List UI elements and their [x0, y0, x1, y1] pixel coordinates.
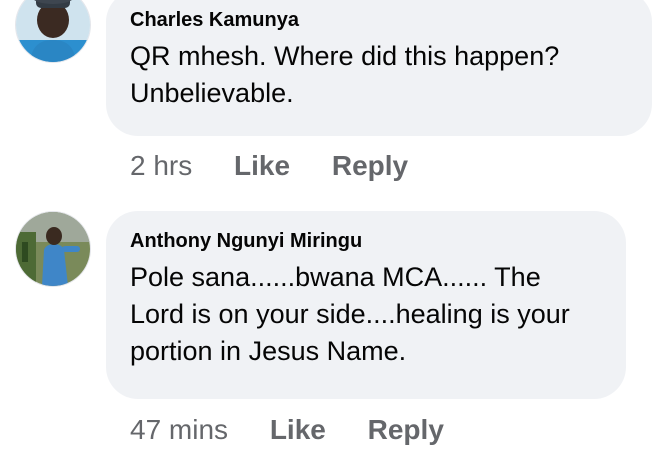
comment-timestamp[interactable]: 47 mins: [130, 414, 228, 446]
comments-thread: Charles Kamunya QR mhesh. Where did this…: [0, 0, 672, 464]
like-button[interactable]: Like: [270, 414, 326, 446]
like-button[interactable]: Like: [234, 150, 290, 182]
reply-button[interactable]: Reply: [332, 150, 408, 182]
avatar[interactable]: [16, 212, 90, 286]
comment-timestamp[interactable]: 2 hrs: [130, 150, 192, 182]
profile-photo-icon: [16, 212, 90, 286]
comment-actions: 47 mins Like Reply: [130, 414, 444, 446]
profile-photo-icon: [16, 0, 90, 62]
avatar[interactable]: [16, 0, 90, 62]
comment-bubble: Anthony Ngunyi Miringu Pole sana......bw…: [106, 211, 626, 399]
comment-author[interactable]: Charles Kamunya: [130, 8, 628, 32]
reply-button[interactable]: Reply: [368, 414, 444, 446]
comment-text: Pole sana......bwana MCA...... The Lord …: [130, 262, 570, 366]
comment-bubble: Charles Kamunya QR mhesh. Where did this…: [106, 0, 652, 136]
comment-actions: 2 hrs Like Reply: [130, 150, 408, 182]
comment-text: QR mhesh. Where did this happen? Unbelie…: [130, 41, 560, 108]
comment-author[interactable]: Anthony Ngunyi Miringu: [130, 229, 602, 253]
